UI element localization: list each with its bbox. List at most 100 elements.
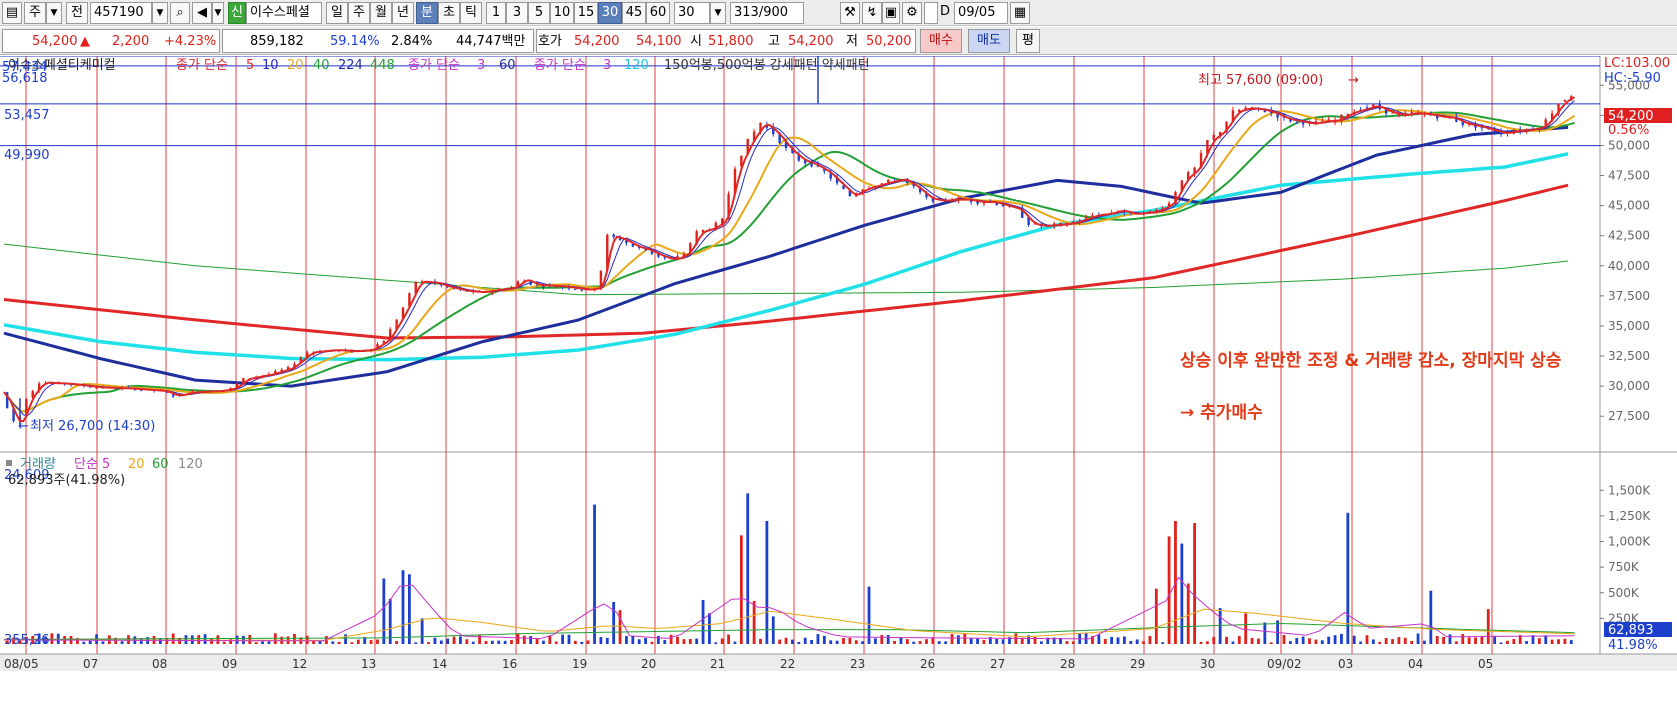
candle-body — [1410, 112, 1413, 114]
level-label-53457: 53,457 — [4, 108, 50, 123]
low-price: 50,200 — [866, 34, 912, 49]
turnover-rate: 2.84% — [391, 34, 433, 49]
volume-bar — [1103, 638, 1107, 644]
x-tick-label: 04 — [1408, 657, 1423, 671]
high-annotation: 최고 57,600 (09:00) — [1198, 73, 1323, 88]
price-chart[interactable]: → 08/05 07 08 09 12 13 14 16 19 20 21 22 23 26 27 28 29 3… — [0, 56, 1677, 719]
volume-bar — [1154, 588, 1158, 644]
volume-bar — [618, 610, 622, 644]
tools-icon[interactable]: ⚒ — [840, 2, 860, 24]
volume-bar — [746, 493, 750, 644]
period-btn-second[interactable]: 초 — [438, 2, 460, 24]
volume-bar — [797, 641, 801, 644]
gear-icon[interactable]: ⚙ — [902, 2, 922, 24]
volume-bar — [1454, 641, 1458, 644]
volume-bar — [765, 521, 769, 644]
interval-btn-3[interactable]: 3 — [506, 2, 528, 24]
sell-button-label: 매도 — [977, 33, 1001, 48]
volume-bar — [727, 634, 730, 644]
sell-button[interactable]: 매도 — [968, 29, 1010, 53]
interval-btn-5[interactable]: 5 — [528, 2, 550, 24]
volume-bar — [842, 637, 845, 644]
period-btn-week[interactable]: 주 — [348, 2, 370, 24]
volume-bar — [1301, 636, 1305, 644]
period-btn-month[interactable]: 월 — [370, 2, 392, 24]
volume-bar — [1403, 637, 1407, 644]
price-change-pct: +4.23% — [164, 34, 217, 49]
volume-bar — [1429, 590, 1433, 644]
volume-bar — [899, 637, 903, 644]
count-field[interactable]: 313/900 — [730, 2, 804, 24]
volume-bar — [586, 640, 590, 644]
period-select[interactable]: 주 — [24, 2, 46, 24]
x-axis-band — [0, 654, 1677, 671]
volume-bar — [1161, 642, 1165, 644]
interval-btn-60[interactable]: 60 — [646, 2, 670, 24]
legend-ma3-b: 3 — [603, 58, 611, 73]
interval-btn-45[interactable]: 45 — [622, 2, 646, 24]
x-tick-label: 08 — [152, 657, 167, 671]
low-label: 저 — [846, 34, 858, 49]
calendar-icon[interactable]: ▦ — [1010, 2, 1030, 24]
volume-bar — [886, 635, 890, 644]
volume-bar — [388, 598, 392, 644]
volume-bar — [1371, 639, 1375, 644]
period-btn-year[interactable]: 년 — [392, 2, 414, 24]
scope-button[interactable]: 전 — [66, 2, 88, 24]
d-checkbox[interactable] — [924, 2, 938, 24]
volume-bar — [803, 637, 807, 644]
date-input[interactable]: 09/05 — [954, 2, 1008, 24]
volume-bar — [1065, 641, 1069, 644]
volume-bar — [382, 578, 386, 644]
volume-bar — [1378, 641, 1382, 644]
interval-btn-30[interactable]: 30 — [598, 2, 622, 24]
interval-btn-30-label: 30 — [601, 5, 619, 20]
stock-name-field[interactable]: 이수스페셜 — [246, 2, 322, 24]
x-tick-label: 03 — [1338, 657, 1353, 671]
volume-bar — [554, 641, 558, 644]
volume-bar — [1467, 637, 1471, 644]
volume-bar — [701, 599, 705, 644]
legend-patterns: 150억봉,500억봉 강세패턴 약세패턴 — [664, 58, 870, 73]
period-btn-minute[interactable]: 분 — [416, 2, 438, 24]
interval-input[interactable]: 30 — [674, 2, 710, 24]
period-btn-day[interactable]: 일 — [326, 2, 348, 24]
volume-bar — [510, 639, 513, 644]
volume-bar — [835, 640, 839, 644]
interval-dropdown-icon[interactable]: ▼ — [710, 2, 726, 24]
volume-bar — [905, 639, 909, 644]
volume-bar — [752, 600, 756, 644]
candle-body — [644, 249, 647, 251]
stock-code-input[interactable]: 457190 — [90, 2, 152, 24]
market-badge-label: 신 — [231, 5, 243, 20]
search-icon[interactable]: ⌕ — [170, 2, 190, 24]
volume-bar — [848, 637, 852, 644]
legend-ma224: 224 — [338, 58, 363, 73]
interval-btn-10[interactable]: 10 — [550, 2, 574, 24]
volume-bar — [816, 634, 820, 644]
volume-bar — [1116, 637, 1120, 644]
code-dropdown-icon[interactable]: ▼ — [152, 2, 168, 24]
volume-bar — [1423, 640, 1426, 644]
volume-bar — [944, 641, 948, 644]
legend-ma120: 120 — [624, 58, 649, 73]
period-btn-tick[interactable]: 틱 — [460, 2, 482, 24]
speaker-icon[interactable]: ◀ — [192, 2, 212, 24]
interval-btn-15[interactable]: 15 — [574, 2, 598, 24]
eval-button[interactable]: 평 — [1016, 29, 1040, 53]
period-btn-second-label: 초 — [443, 5, 455, 20]
layout-icon[interactable]: ▤ — [2, 2, 22, 24]
volume-bar — [401, 570, 405, 644]
interval-btn-1[interactable]: 1 — [486, 2, 506, 24]
save-icon[interactable]: ▣ — [882, 2, 900, 24]
speaker-dropdown-icon[interactable]: ▼ — [212, 2, 224, 24]
split-icon[interactable]: ↯ — [862, 2, 882, 24]
legend-ma3-a: 3 — [477, 58, 485, 73]
period-dropdown-icon[interactable]: ▼ — [46, 2, 62, 24]
volume-bar — [471, 641, 475, 644]
buy-button-label: 매수 — [929, 33, 953, 48]
volume-bar — [778, 639, 782, 644]
buy-button[interactable]: 매수 — [920, 29, 962, 53]
volume-bar — [1391, 639, 1394, 644]
volume-bar — [1320, 640, 1324, 644]
